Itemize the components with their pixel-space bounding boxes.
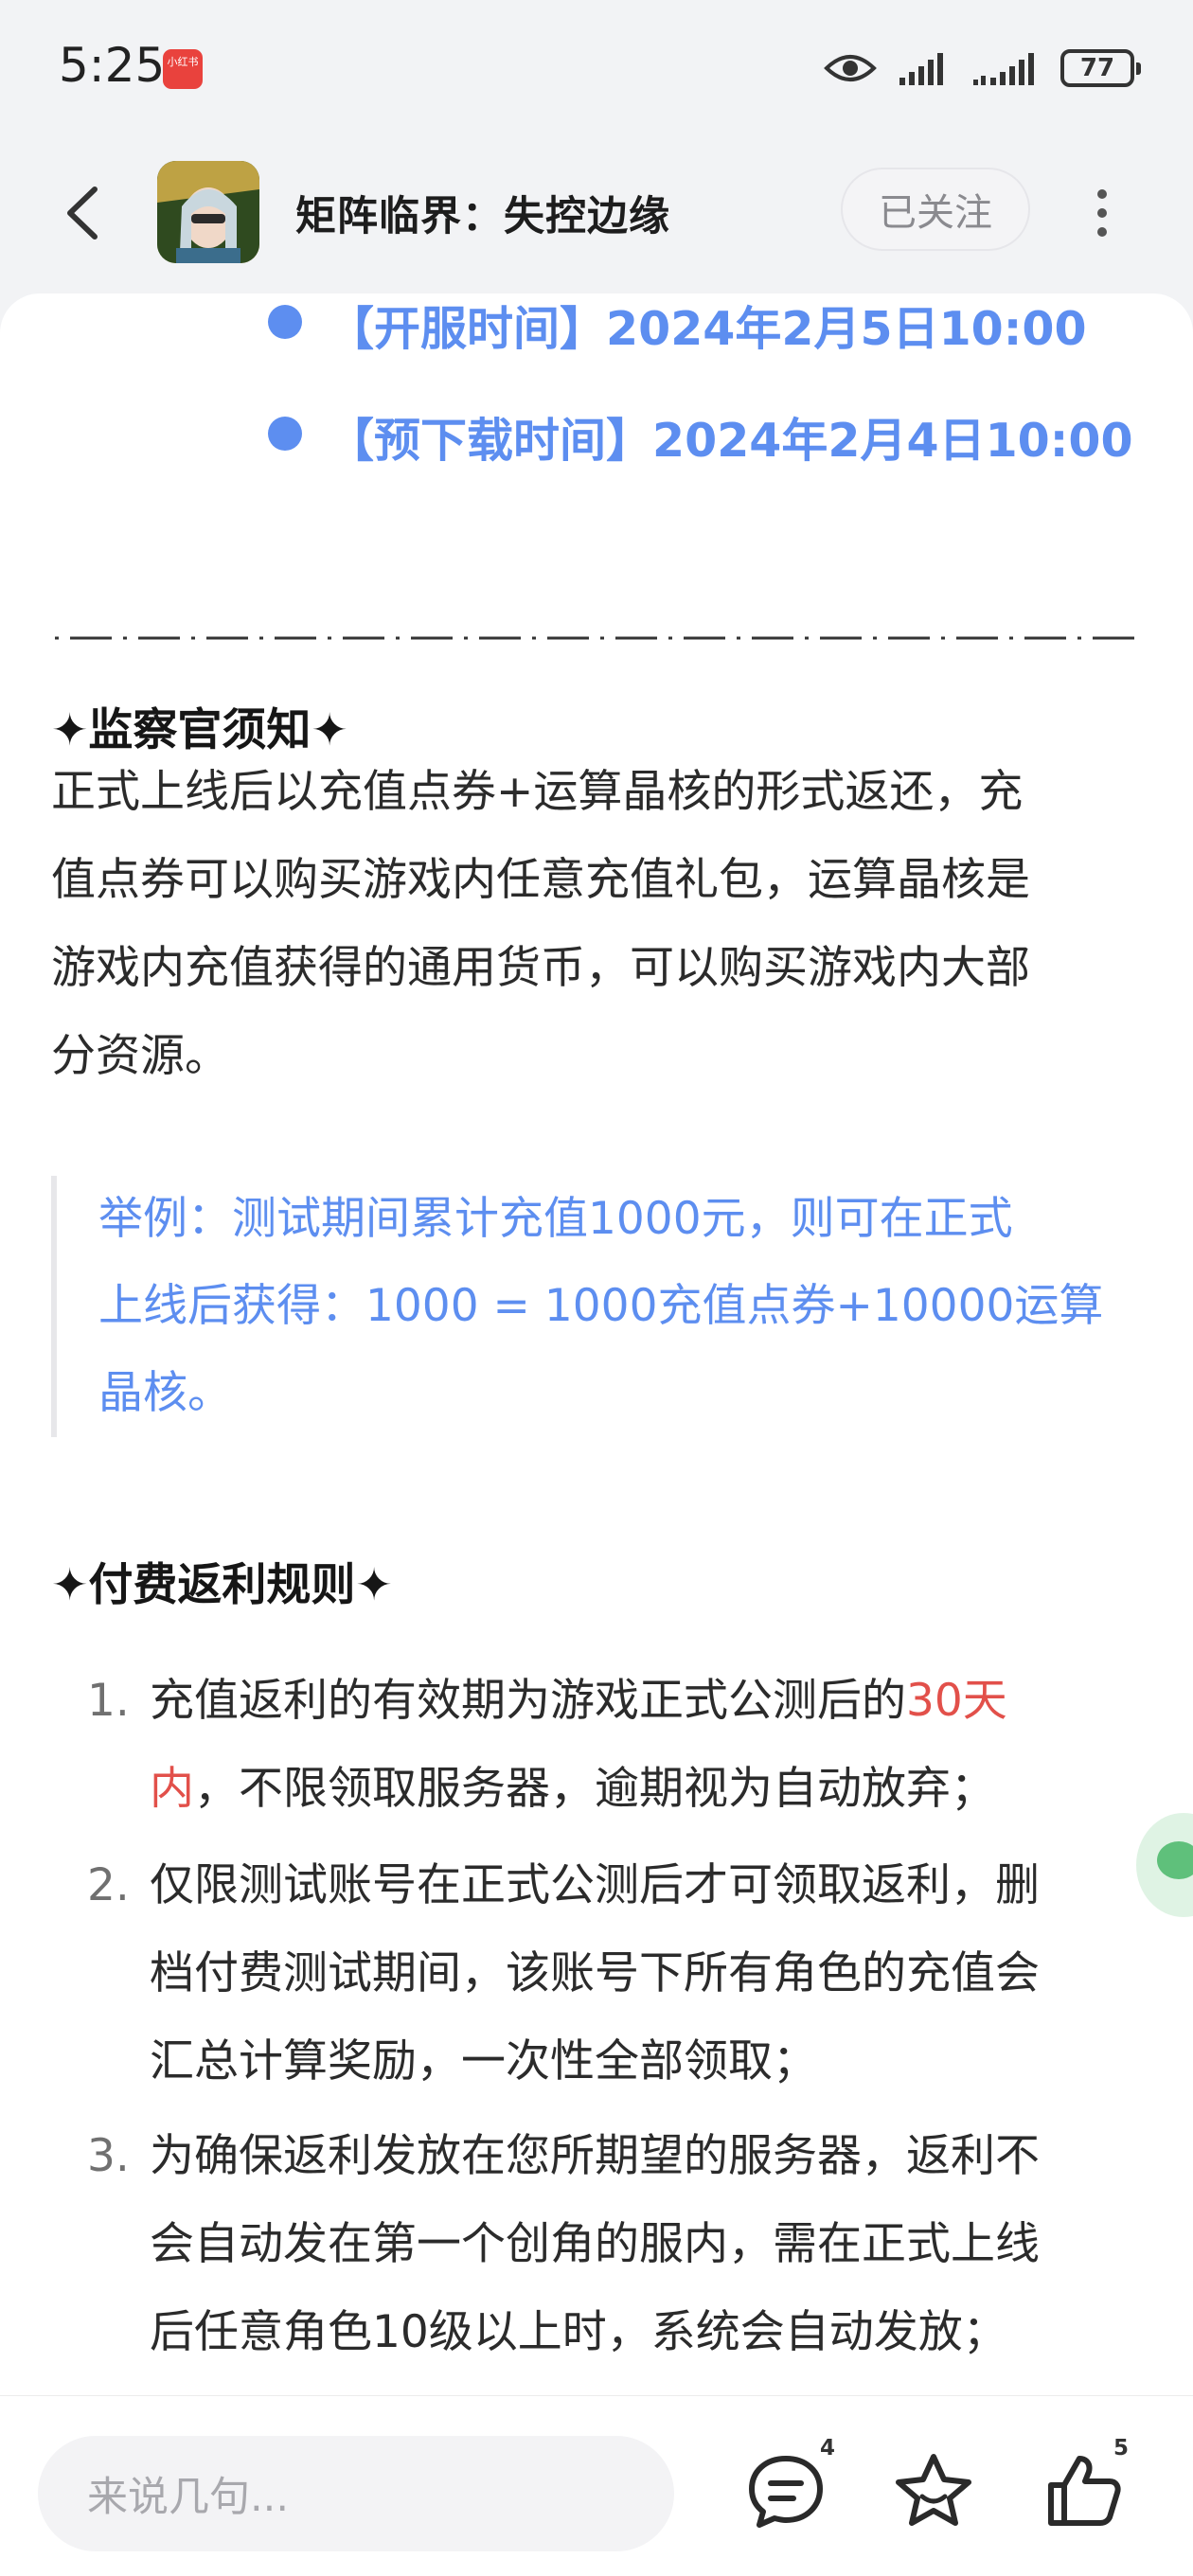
highlight-text: 内 <box>150 1763 194 1815</box>
dash-dot-divider <box>55 636 1138 640</box>
wechat-share-icon[interactable] <box>1136 1813 1193 1917</box>
comment-icon <box>749 2456 823 2528</box>
comment-input[interactable]: 来说几句... <box>38 2436 674 2551</box>
game-avatar-art <box>157 161 259 263</box>
status-bar: 5:25 小红书 77 <box>0 0 1193 142</box>
supervisor-paragraph: 正式上线后以充值点券+运算晶核的形式返还，充 值点券可以购买游戏内任意充值礼包，… <box>51 748 1149 1100</box>
like-button[interactable]: 5 <box>1036 2436 1131 2538</box>
server-open-time: 【开服时间】2024年2月5日10:00 <box>328 302 1087 356</box>
comment-button[interactable]: 4 <box>739 2436 835 2538</box>
rule-text: 充值返利的有效期为游戏正式公测后的30天 内，不限领取服务器，逾期视为自动放弃； <box>150 1675 1007 1815</box>
eye-icon <box>824 55 877 81</box>
bullet-dot <box>268 417 302 451</box>
back-button[interactable] <box>55 180 112 246</box>
star-icon <box>896 2454 971 2526</box>
article-content: 【开服时间】2024年2月5日10:00 【预下载时间】2024年2月4日10:… <box>0 293 1193 2395</box>
comment-count: 4 <box>820 2436 836 2461</box>
follow-button[interactable]: 已关注 <box>841 168 1030 251</box>
rule-text: 为确保返利发放在您所期望的服务器，返利不 会自动发在第一个创角的服内，需在正式上… <box>150 2130 1040 2358</box>
like-count: 5 <box>1113 2436 1130 2461</box>
rebate-title: ✦付费返利规则✦ <box>51 1559 393 1611</box>
back-arrow-icon <box>67 187 98 240</box>
signal-icon <box>899 53 943 85</box>
notification-app-icon: 小红书 <box>163 49 203 89</box>
quote-line: 上线后获得：1000 = 1000充值点券+10000运算 <box>98 1280 1104 1332</box>
pre-download-time: 【预下载时间】2024年2月4日10:00 <box>328 414 1133 468</box>
quote-line: 晶核。 <box>98 1367 232 1419</box>
quote-line: 举例：测试期间累计充值1000元，则可在正式 <box>98 1193 1013 1245</box>
status-icons: 77 <box>824 42 1141 95</box>
paragraph-line: 分资源。 <box>51 1030 229 1082</box>
paragraph-line: 游戏内充值获得的通用货币，可以购买游戏内大部 <box>51 942 1030 994</box>
game-title: 矩阵临界：失控边缘 <box>295 193 670 240</box>
more-vertical-icon <box>1083 189 1121 237</box>
more-button[interactable] <box>1083 182 1121 244</box>
paragraph-line: 值点券可以购买游戏内任意充值礼包，运算晶核是 <box>51 854 1030 906</box>
signal-icon-2 <box>973 53 1034 85</box>
header: 矩阵临界：失控边缘 已关注 <box>0 151 1193 275</box>
rule-number: 1. <box>87 1675 130 1727</box>
rule-number: 3. <box>87 2130 130 2182</box>
battery-icon: 77 <box>1060 49 1141 87</box>
favorite-button[interactable] <box>886 2443 981 2538</box>
list-item: 【开服时间】2024年2月5日10:00 <box>0 293 1193 356</box>
list-item: 【预下载时间】2024年2月4日10:00 <box>0 403 1193 468</box>
paragraph-line: 正式上线后以充值点券+运算晶核的形式返还，充 <box>51 766 1024 818</box>
example-quote: 举例：测试期间累计充值1000元，则可在正式 上线后获得：1000 = 1000… <box>51 1176 1149 1437</box>
bottom-action-bar: 来说几句... 4 5 <box>0 2395 1193 2576</box>
highlight-text: 30天 <box>906 1675 1007 1727</box>
rule-number: 2. <box>87 1859 130 1911</box>
status-time: 5:25 <box>59 38 166 93</box>
rule-text: 仅限测试账号在正式公测后才可领取返利，删 档付费测试期间，该账号下所有角色的充值… <box>150 1859 1040 2087</box>
bullet-dot <box>268 305 302 339</box>
game-avatar[interactable] <box>157 161 259 263</box>
